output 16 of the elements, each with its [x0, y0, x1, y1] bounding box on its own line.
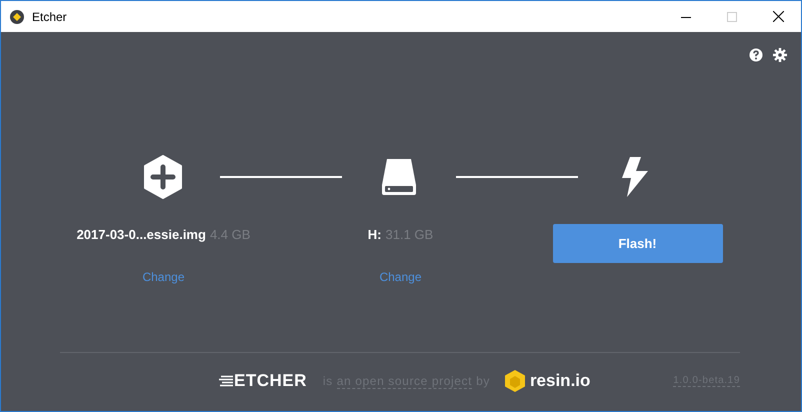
speed-lines-icon [219, 375, 233, 387]
change-link[interactable]: Change [142, 270, 185, 284]
app-icon [10, 10, 24, 24]
hard-drive-icon [379, 157, 419, 197]
cube-icon [504, 369, 526, 393]
help-icon[interactable] [749, 48, 763, 62]
plus-hexagon-icon [143, 155, 183, 199]
change-link[interactable]: Change [379, 270, 422, 284]
lightning-bolt-icon [621, 156, 649, 198]
maximize-icon [727, 12, 737, 22]
settings-icon[interactable] [773, 48, 787, 62]
window-title: Etcher [32, 10, 68, 24]
flash-button[interactable]: Flash! [552, 224, 722, 263]
etcher-logo: ETCHER [234, 371, 307, 391]
resin-logo: resin.io [530, 371, 590, 391]
close-icon [772, 11, 784, 22]
